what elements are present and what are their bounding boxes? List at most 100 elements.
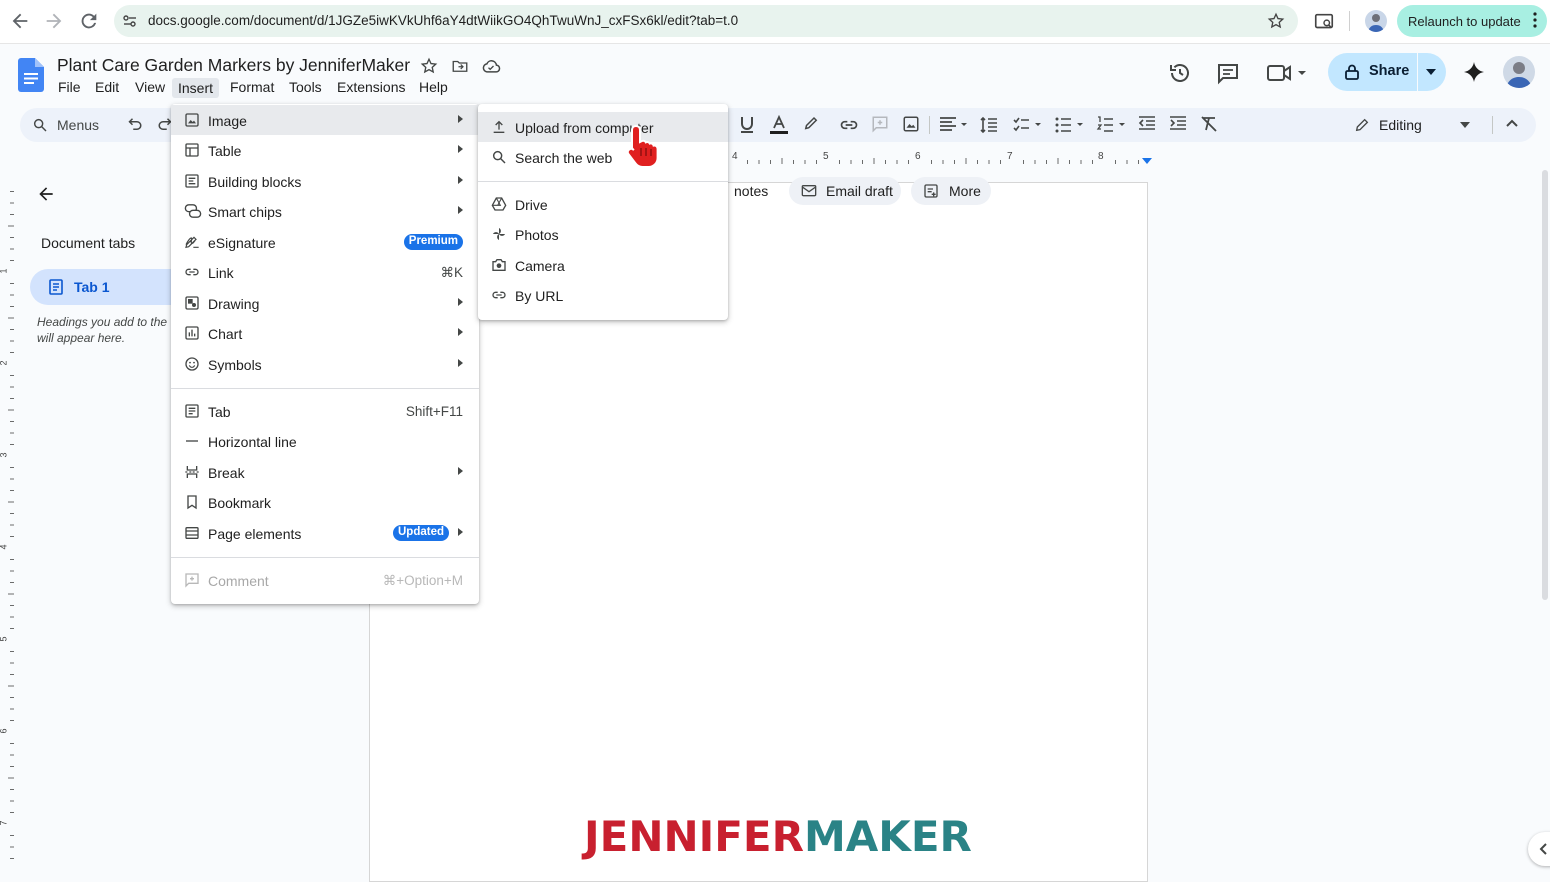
tab-1[interactable]: Tab 1 (30, 269, 180, 305)
menu-item-symbols[interactable]: Symbols (171, 349, 479, 379)
menu-item-shortcut: ⌘+Option+M (382, 573, 463, 588)
menu-edit[interactable]: Edit (95, 79, 119, 95)
pointer-hand-cursor-icon (624, 122, 670, 170)
add-comment-icon (184, 572, 200, 588)
menu-item-building-blocks[interactable]: Building blocks (171, 166, 479, 196)
comments-icon[interactable] (1216, 61, 1240, 85)
user-avatar[interactable] (1503, 56, 1535, 88)
close-outline-arrow-icon[interactable] (36, 184, 56, 204)
bookmark-star-icon[interactable] (1267, 12, 1285, 30)
tab-document-icon (49, 279, 63, 295)
menu-item-label: Tab (208, 404, 231, 420)
menu-item-camera[interactable]: Camera (478, 250, 728, 280)
menu-separator (171, 388, 479, 389)
underline-icon[interactable] (738, 115, 758, 135)
gemini-icon[interactable] (1462, 60, 1486, 84)
menu-item-label: Building blocks (208, 174, 302, 190)
highlight-icon[interactable] (802, 115, 822, 135)
clear-formatting-icon[interactable] (1200, 115, 1220, 135)
version-history-icon[interactable] (1168, 61, 1192, 85)
page-break-icon (184, 464, 200, 480)
menu-file[interactable]: File (58, 79, 81, 95)
menu-item-smart-chips[interactable]: Smart chips (171, 196, 479, 226)
menu-item-by-url[interactable]: By URL (478, 280, 728, 310)
undo-icon[interactable] (125, 115, 145, 135)
menu-item-photos[interactable]: Photos (478, 219, 728, 249)
move-folder-icon[interactable] (451, 57, 469, 75)
chip-more-label: More (949, 183, 981, 199)
menu-item-break[interactable]: Break (171, 457, 479, 487)
ruler-label: 7 (1007, 151, 1013, 162)
menu-item-table[interactable]: Table (171, 135, 479, 165)
menu-tools[interactable]: Tools (289, 79, 322, 95)
share-button[interactable]: Share (1328, 53, 1446, 91)
tab-search-icon[interactable] (1313, 11, 1335, 33)
menu-extensions[interactable]: Extensions (337, 79, 405, 95)
forward-icon[interactable] (43, 10, 65, 32)
menu-item-horizontal-line[interactable]: Horizontal line (171, 426, 479, 456)
cloud-saved-icon[interactable] (481, 57, 501, 75)
more-blocks-icon (923, 183, 939, 199)
decrease-indent-icon[interactable] (1138, 115, 1158, 135)
horizontal-line-icon (184, 433, 200, 449)
horizontal-ruler[interactable]: 4 5 6 7 8 (732, 148, 1152, 168)
menu-item-search-the-web[interactable]: Search the web (478, 142, 728, 172)
collapse-toolbar-icon[interactable] (1503, 115, 1523, 135)
back-icon[interactable] (9, 10, 31, 32)
vertical-scrollbar[interactable] (1542, 170, 1548, 600)
align-icon[interactable] (938, 115, 972, 135)
numbered-list-icon[interactable] (1096, 115, 1130, 135)
checklist-icon[interactable] (1012, 115, 1046, 135)
menu-item-link[interactable]: Link ⌘K (171, 257, 479, 287)
url-text[interactable]: docs.google.com/document/d/1JGZe5iwKVkUh… (148, 13, 738, 28)
bulleted-list-icon[interactable] (1054, 115, 1088, 135)
star-icon[interactable] (420, 57, 438, 75)
docs-logo-icon[interactable] (18, 58, 44, 92)
text-color-icon[interactable] (769, 115, 789, 135)
menu-item-image[interactable]: Image (171, 105, 479, 135)
menu-item-esignature[interactable]: eSignature Premium (171, 227, 479, 257)
menu-item-chart[interactable]: Chart (171, 318, 479, 348)
image-submenu: Upload from computer Search the web Driv… (478, 104, 728, 320)
browser-chrome: docs.google.com/document/d/1JGZe5iwKVkUh… (0, 0, 1550, 44)
camera-icon (491, 257, 507, 273)
document-title[interactable]: Plant Care Garden Markers by JenniferMak… (57, 55, 410, 76)
submenu-arrow-icon (458, 115, 463, 123)
menu-view[interactable]: View (135, 79, 165, 95)
meet-icon[interactable] (1266, 62, 1306, 84)
side-panel-toggle[interactable] (1528, 832, 1550, 866)
menu-item-upload-from-computer[interactable]: Upload from computer (478, 112, 728, 142)
chip-more[interactable]: More (911, 177, 991, 205)
menu-item-label: Camera (515, 258, 565, 274)
insert-image-icon[interactable] (902, 115, 922, 135)
address-bar[interactable]: docs.google.com/document/d/1JGZe5iwKVkUh… (114, 5, 1298, 37)
line-spacing-icon[interactable] (979, 115, 999, 135)
menu-format[interactable]: Format (230, 79, 274, 95)
menu-item-tab[interactable]: Tab Shift+F11 (171, 396, 479, 426)
menu-item-bookmark[interactable]: Bookmark (171, 487, 479, 517)
tab-icon (184, 403, 200, 419)
add-comment-icon[interactable] (871, 115, 891, 135)
profile-avatar[interactable] (1365, 10, 1387, 32)
menu-item-page-elements[interactable]: Page elements Updated (171, 518, 479, 548)
emoji-icon (184, 356, 200, 372)
relaunch-button[interactable]: Relaunch to update (1397, 5, 1547, 37)
insert-link-icon[interactable] (839, 115, 859, 135)
menu-item-label: Symbols (208, 357, 262, 373)
chip-email-draft[interactable]: Email draft (789, 177, 901, 205)
editing-mode-dropdown[interactable]: Editing (1340, 108, 1480, 142)
menu-item-drive[interactable]: Drive (478, 189, 728, 219)
share-divider (1417, 53, 1418, 91)
bookmark-icon (184, 494, 200, 510)
share-dropdown-icon[interactable] (1426, 69, 1436, 75)
watermark-part2: MAKER (803, 812, 972, 861)
menu-help[interactable]: Help (419, 79, 448, 95)
menu-item-drawing[interactable]: Drawing (171, 288, 479, 318)
premium-badge: Premium (403, 234, 463, 250)
site-settings-icon[interactable] (122, 13, 138, 29)
link-icon (491, 287, 507, 303)
menu-insert[interactable]: Insert (172, 78, 220, 98)
reload-icon[interactable] (78, 10, 100, 32)
ruler-label: 4 (0, 544, 9, 549)
increase-indent-icon[interactable] (1169, 115, 1189, 135)
